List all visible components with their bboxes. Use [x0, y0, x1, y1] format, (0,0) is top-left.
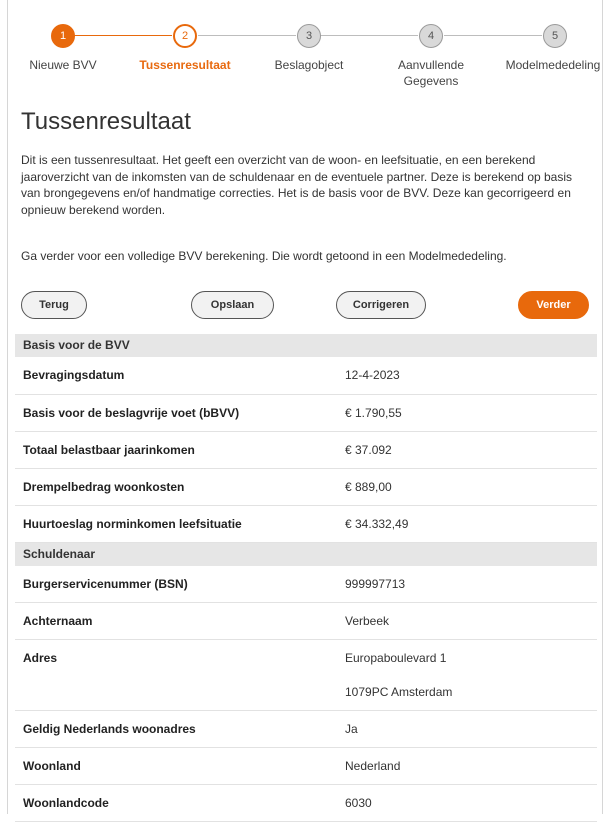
row-value: € 889,00	[337, 468, 597, 506]
correct-button[interactable]: Corrigeren	[336, 291, 426, 319]
row-label: Totaal belastbaar jaarinkomen	[15, 431, 337, 469]
section-title: Schuldenaar	[15, 542, 597, 566]
table-row: Drempelbedrag woonkosten € 889,00	[15, 468, 597, 506]
row-label: Burgerservicenummer (BSN)	[15, 565, 337, 603]
row-value: € 34.332,49	[337, 505, 597, 543]
row-label: Huurtoeslag norminkomen leefsituatie	[15, 505, 337, 543]
step-connector	[74, 35, 172, 36]
table-row: Adres Europaboulevard 1 1079PC Amsterdam	[15, 639, 597, 711]
table-row: Woonlandcode 6030	[15, 784, 597, 822]
intro-text: Dit is een tussenresultaat. Het geeft ee…	[21, 153, 573, 217]
row-value: Verbeek	[337, 602, 597, 640]
step-3-circle: 3	[297, 24, 321, 48]
row-label: Bevragingsdatum	[15, 357, 337, 395]
table-row: Basis voor de beslagvrije voet (bBVV) € …	[15, 394, 597, 432]
step-4-circle: 4	[419, 24, 443, 48]
row-label: Achternaam	[15, 602, 337, 640]
step-1-label[interactable]: Nieuwe BVV	[3, 57, 123, 73]
section-header-basis: Basis voor de BVV	[15, 334, 597, 357]
row-label: Basis voor de beslagvrije voet (bBVV)	[15, 394, 337, 432]
row-value: Ja	[337, 710, 597, 748]
row-value: Europaboulevard 1 1079PC Amsterdam	[337, 639, 597, 711]
progress-stepper: 1 2 3 4 5 Nieuwe BVV Tussenresultaat Bes…	[0, 0, 605, 100]
row-value: 6030	[337, 784, 597, 822]
table-row: Bevragingsdatum 12-4-2023	[15, 357, 597, 395]
section-header-schuldenaar: Schuldenaar	[15, 542, 597, 566]
step-5-label: Modelmededeling	[505, 58, 601, 72]
row-label: Drempelbedrag woonkosten	[15, 468, 337, 506]
step-connector	[444, 35, 542, 36]
step-2-circle: 2	[173, 24, 197, 48]
step-connector	[198, 35, 296, 36]
continue-hint: Ga verder voor een volledige BVV bereken…	[21, 249, 507, 263]
address-street: Europaboulevard 1	[345, 651, 447, 665]
table-row: Achternaam Verbeek	[15, 602, 597, 640]
row-value: 999997713	[337, 565, 597, 603]
row-label: Woonlandcode	[15, 784, 337, 822]
row-value: Nederland	[337, 747, 597, 785]
step-2-label: Tussenresultaat	[139, 58, 231, 72]
row-value: € 1.790,55	[337, 394, 597, 432]
results-table: Basis voor de BVV Bevragingsdatum 12-4-2…	[15, 334, 597, 822]
step-3-label: Beslagobject	[274, 58, 344, 72]
back-button[interactable]: Terug	[21, 291, 87, 319]
table-row: Geldig Nederlands woonadres Ja	[15, 710, 597, 748]
table-row: Burgerservicenummer (BSN) 999997713	[15, 565, 597, 603]
step-4-label: Aanvullende Gegevens	[397, 58, 465, 88]
row-label: Woonland	[15, 747, 337, 785]
step-1-circle[interactable]: 1	[51, 24, 75, 48]
row-value: € 37.092	[337, 431, 597, 469]
step-5-circle: 5	[543, 24, 567, 48]
step-connector	[320, 35, 418, 36]
table-row: Huurtoeslag norminkomen leefsituatie € 3…	[15, 505, 597, 543]
save-button[interactable]: Opslaan	[191, 291, 274, 319]
page-title: Tussenresultaat	[21, 108, 191, 135]
table-row: Totaal belastbaar jaarinkomen € 37.092	[15, 431, 597, 469]
row-label: Adres	[15, 639, 337, 711]
row-label: Geldig Nederlands woonadres	[15, 710, 337, 748]
address-city: 1079PC Amsterdam	[345, 685, 453, 699]
row-value: 12-4-2023	[337, 357, 597, 395]
table-row: Woonland Nederland	[15, 747, 597, 785]
section-title: Basis voor de BVV	[15, 334, 597, 357]
next-button[interactable]: Verder	[518, 291, 589, 319]
